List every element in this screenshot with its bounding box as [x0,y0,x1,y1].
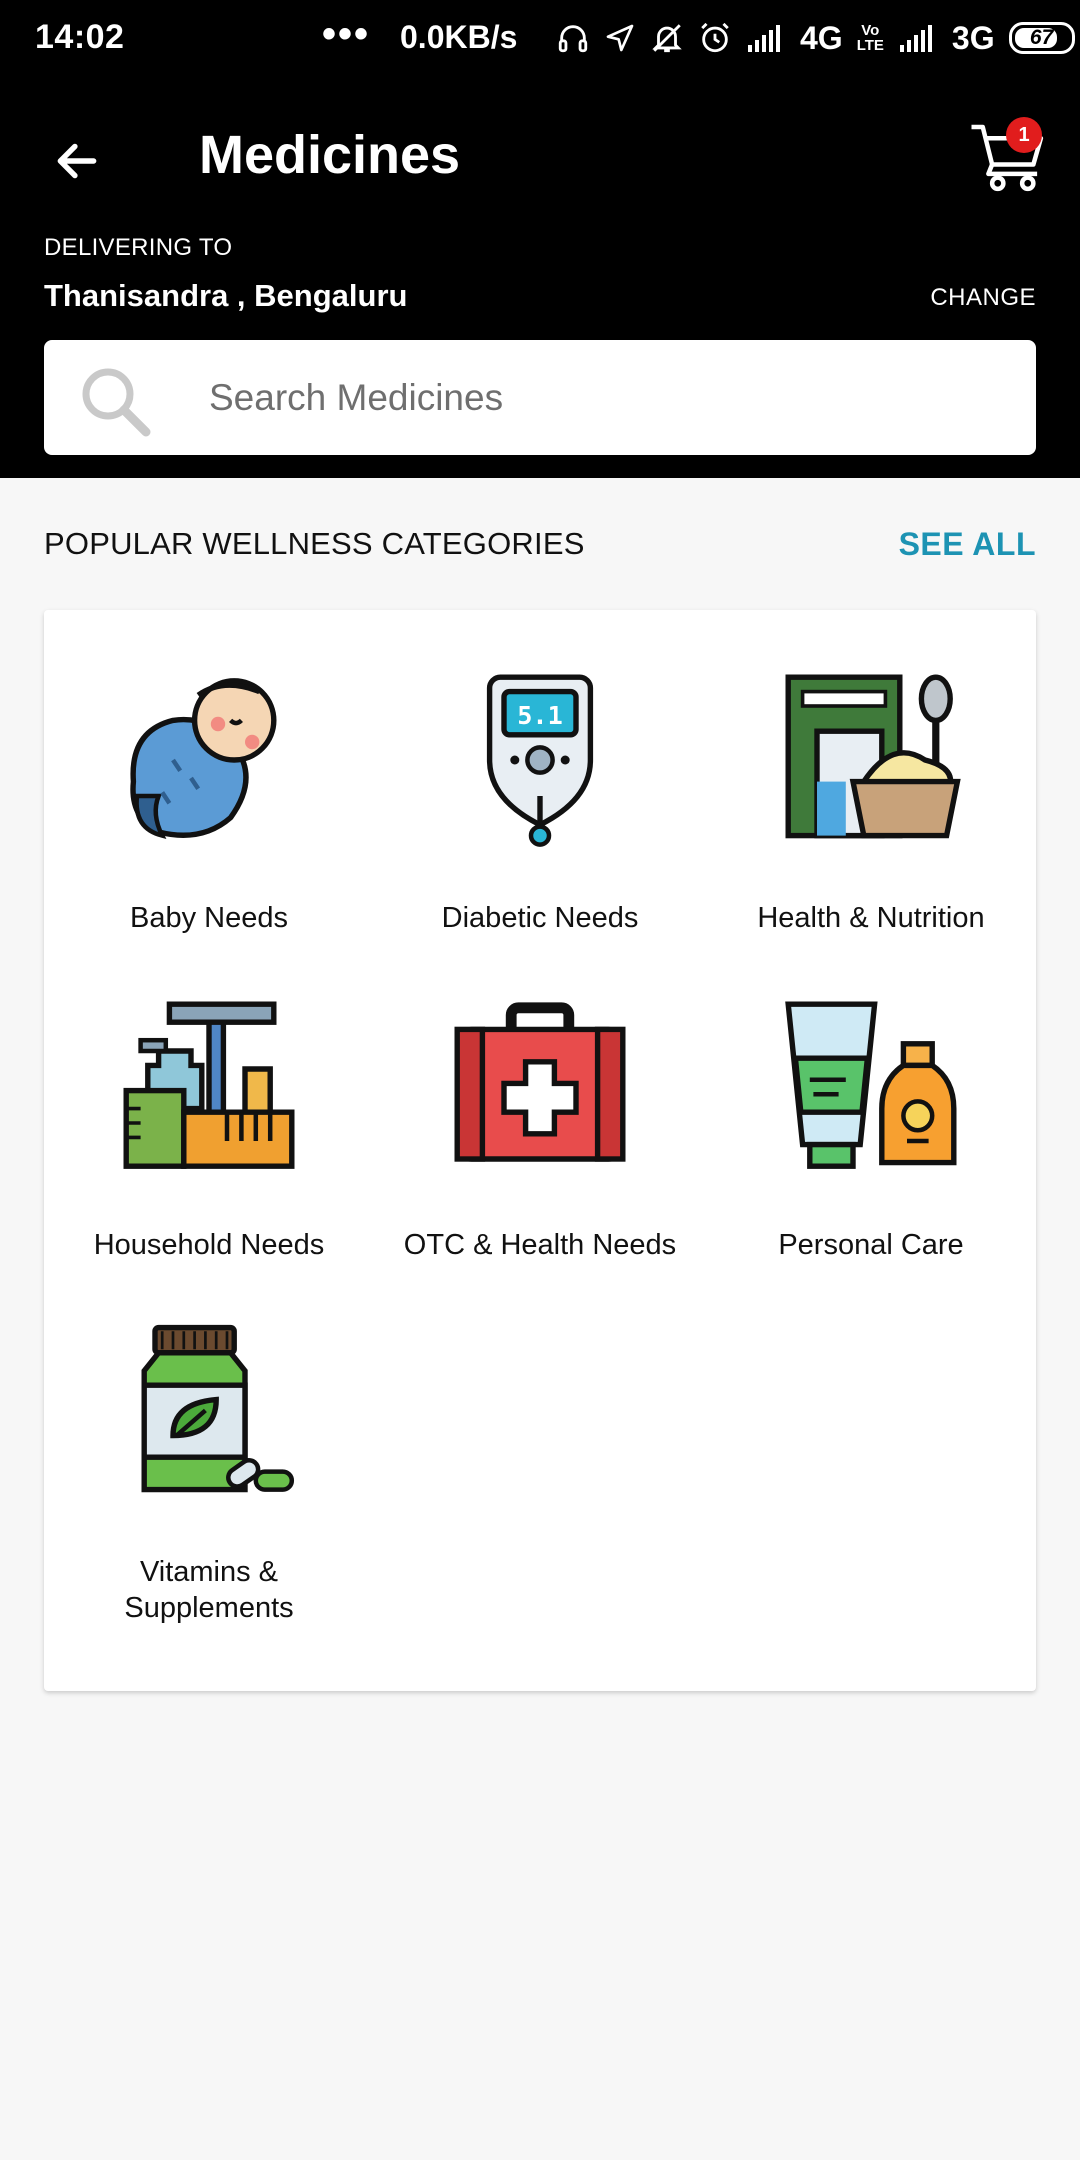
category-label: Household Needs [93,1229,325,1261]
category-household-needs[interactable]: Household Needs [44,937,374,1261]
category-label: Personal Care [778,1229,964,1261]
delivering-to-label: DELIVERING TO [44,234,233,261]
category-baby-needs[interactable]: Baby Needs [44,610,374,934]
search-input[interactable] [209,340,1009,455]
status-more-dots: ••• [322,12,371,56]
network-4g: 4G [800,19,843,56]
category-personal-care[interactable]: Personal Care [706,937,1036,1261]
page-title: Medicines [199,125,461,185]
cart-count-badge: 1 [1006,117,1042,153]
first-aid-kit-icon [454,1002,626,1162]
category-otc-health-needs[interactable]: OTC & Health Needs [375,937,705,1261]
battery-level: 67 [1029,26,1054,49]
battery-icon: 67 [1008,22,1075,54]
change-location-button[interactable]: CHANGE [930,284,1036,312]
see-all-link[interactable]: SEE ALL [899,526,1036,563]
status-bar: 14:02 ••• 0.0KB/s 4G Vo LTE 3G 67 [0,0,1080,78]
category-label: OTC & Health Needs [403,1229,677,1261]
personal-care-icon [785,1001,957,1169]
section-title: POPULAR WELLNESS CATEGORIES [44,526,585,561]
glucometer-icon: 5.1 [486,674,594,847]
back-button[interactable] [40,124,114,198]
search-icon [82,368,151,437]
categories-card: Baby Needs 5.1 Diabetic Needs Health & N… [44,610,1036,1691]
mute-bell-icon [652,24,682,53]
category-vitamins-supplements[interactable]: Vitamins & Supplements [44,1264,374,1624]
status-time: 14:02 [35,18,125,56]
category-label: Health & Nutrition [757,902,985,934]
network-3g: 3G [951,19,995,56]
nutrition-icon [785,674,961,839]
category-health-nutrition[interactable]: Health & Nutrition [706,610,1036,934]
signal-icon-2 [899,25,932,52]
search-bar[interactable] [44,340,1036,455]
category-label: Baby Needs [130,902,288,934]
back-arrow-icon [57,143,97,179]
category-diabetic-needs[interactable]: 5.1 Diabetic Needs [375,610,705,934]
svg-text:5.1: 5.1 [517,701,563,730]
headphones-icon [558,25,588,53]
status-icons: 4G Vo LTE 3G 67 [556,14,1075,62]
header: 14:02 ••• 0.0KB/s 4G Vo LTE 3G 67 Medicin… [0,0,1080,478]
location-arrow-icon [606,24,634,52]
delivery-location: Thanisandra , Bengaluru [44,278,408,313]
category-label: Diabetic Needs [441,902,639,934]
alarm-icon [701,22,729,53]
status-network-speed: 0.0KB/s [400,19,518,55]
app-bar: Medicines [0,90,1080,220]
signal-icon [748,25,780,52]
baby-icon [130,678,277,839]
vitamins-icon [141,1324,295,1493]
household-icon [123,1001,295,1169]
volte-indicator: Vo LTE [856,22,884,54]
category-label: Vitamins & Supplements [124,1556,294,1624]
